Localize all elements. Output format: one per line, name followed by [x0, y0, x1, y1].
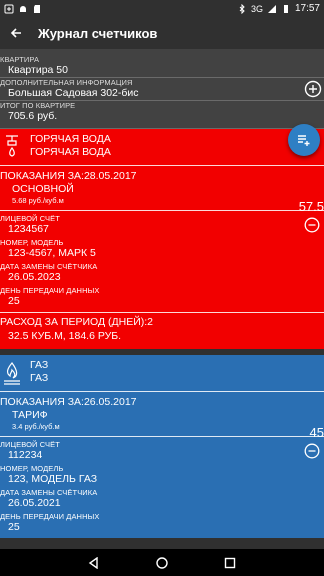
system-nav-bar	[0, 549, 324, 576]
reading-row[interactable]: ОСНОВНОЙ 5.68 руб./куб.м 57.5	[0, 183, 324, 214]
readings-date: ПОКАЗАНИЯ ЗА:26.05.2017	[0, 396, 137, 408]
replace-date-label: ДАТА ЗАМЕНЫ СЧЁТЧИКА	[0, 262, 98, 271]
meter-card-hot-water[interactable]: ГОРЯЧАЯ ВОДА ГОРЯЧАЯ ВОДА ПОКАЗАНИЯ ЗА:2…	[0, 129, 324, 349]
arrow-back-icon	[10, 28, 21, 38]
back-button[interactable]	[8, 25, 24, 41]
nav-recents-icon[interactable]	[224, 557, 236, 569]
nav-home-icon[interactable]	[156, 556, 168, 569]
water-tap-icon	[6, 135, 18, 157]
apartment-name[interactable]: Квартира 50	[0, 64, 324, 77]
account-label: ЛИЦЕВОЙ СЧЁТ	[0, 440, 60, 449]
model-value: 123, МОДЕЛЬ ГАЗ	[8, 473, 98, 485]
model-label: НОМЕР, МОДЕЛЬ	[0, 464, 64, 473]
remove-meter-button[interactable]	[304, 217, 320, 233]
remove-circle-icon	[304, 443, 320, 459]
replace-date-value: 26.05.2021	[8, 497, 61, 509]
android-icon	[20, 5, 26, 12]
tariff-price: 5.68 руб./куб.м	[12, 196, 64, 205]
tariff-name: ТАРИФ	[12, 409, 48, 421]
add-meter-button[interactable]	[304, 80, 322, 98]
total-label: ИТОГ ПО КВАРТИРЕ	[0, 101, 76, 110]
total-value: 705.6 руб.	[8, 110, 58, 122]
clock: 17:57	[294, 3, 320, 14]
sd-card-icon	[34, 4, 40, 13]
apartment-info: КВАРТИРА Квартира 50 ДОПОЛНИТЕЛЬНАЯ ИНФО…	[0, 49, 324, 129]
add-circle-icon	[304, 80, 322, 98]
extra-info-value[interactable]: Большая Садовая 302-бис	[0, 87, 324, 100]
meter-name: ГОРЯЧАЯ ВОДА	[30, 133, 111, 145]
period-label: РАСХОД ЗА ПЕРИОД (ДНЕЙ):2	[0, 316, 154, 328]
transfer-day-value: 25	[8, 295, 20, 307]
playlist-add-icon	[298, 135, 310, 146]
transfer-day-value: 25	[8, 521, 20, 533]
meters-list[interactable]: КВАРТИРА Квартира 50 ДОПОЛНИТЕЛЬНАЯ ИНФО…	[0, 49, 324, 549]
remove-meter-button[interactable]	[304, 443, 320, 459]
battery-icon	[283, 4, 288, 13]
meter-card-gas[interactable]: ГАЗ ГАЗ ПОКАЗАНИЯ ЗА:26.05.2017 ТАРИФ 3.…	[0, 355, 324, 538]
meter-name: ГАЗ	[30, 359, 49, 371]
bluetooth-icon	[239, 3, 245, 14]
page-title: Журнал счетчиков	[38, 25, 158, 41]
replace-date-label: ДАТА ЗАМЕНЫ СЧЁТЧИКА	[0, 488, 98, 497]
network-type: 3G	[250, 3, 263, 14]
model-value: 123-4567, МАРК 5	[8, 247, 96, 259]
account-value: 112234	[8, 449, 43, 461]
remove-circle-icon	[304, 217, 320, 233]
app-bar: Журнал счетчиков	[0, 17, 324, 49]
flame-icon	[4, 362, 20, 385]
notification-icon	[4, 4, 14, 13]
replace-date-value: 26.05.2023	[8, 271, 61, 283]
transfer-day-label: ДЕНЬ ПЕРЕДАЧИ ДАННЫХ	[0, 512, 100, 521]
extra-info-label: ДОПОЛНИТЕЛЬНАЯ ИНФОРМАЦИЯ	[0, 78, 133, 87]
tariff-price: 3.4 руб./куб.м	[12, 422, 60, 431]
account-label: ЛИЦЕВОЙ СЧЁТ	[0, 214, 60, 223]
signal-icon	[267, 4, 276, 13]
nav-back-icon[interactable]	[88, 556, 100, 569]
tariff-name: ОСНОВНОЙ	[12, 183, 74, 195]
model-label: НОМЕР, МОДЕЛЬ	[0, 238, 64, 247]
apartment-label: КВАРТИРА	[0, 55, 40, 64]
meter-type: ГАЗ	[30, 372, 49, 384]
add-reading-fab[interactable]	[288, 124, 320, 156]
status-bar: 3G 17:57	[0, 0, 324, 17]
transfer-day-label: ДЕНЬ ПЕРЕДАЧИ ДАННЫХ	[0, 286, 100, 295]
meter-type: ГОРЯЧАЯ ВОДА	[30, 146, 111, 158]
period-value: 32.5 КУБ.М, 184.6 РУБ.	[8, 330, 122, 342]
reading-row[interactable]: ТАРИФ 3.4 руб./куб.м 45	[0, 409, 324, 440]
account-value: 1234567	[8, 223, 49, 235]
readings-date: ПОКАЗАНИЯ ЗА:28.05.2017	[0, 170, 137, 182]
